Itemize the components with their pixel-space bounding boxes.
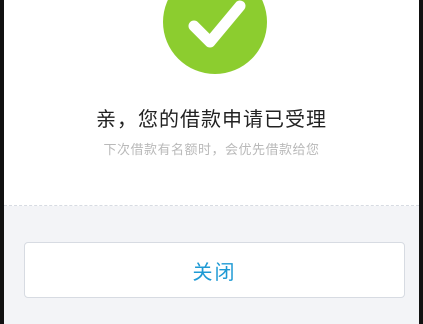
success-check-icon: [163, 0, 267, 74]
dialog-content: 亲，您的借款申请已受理 下次借款有名额时，会优先借款给您: [4, 0, 419, 205]
application-status-title: 亲，您的借款申请已受理: [96, 107, 327, 131]
application-status-subtitle: 下次借款有名额时，会优先借款给您: [103, 143, 320, 158]
dialog-footer: 关闭: [4, 206, 419, 324]
close-button[interactable]: 关闭: [24, 242, 405, 298]
loan-result-dialog: 亲，您的借款申请已受理 下次借款有名额时，会优先借款给您 关闭: [4, 0, 419, 324]
